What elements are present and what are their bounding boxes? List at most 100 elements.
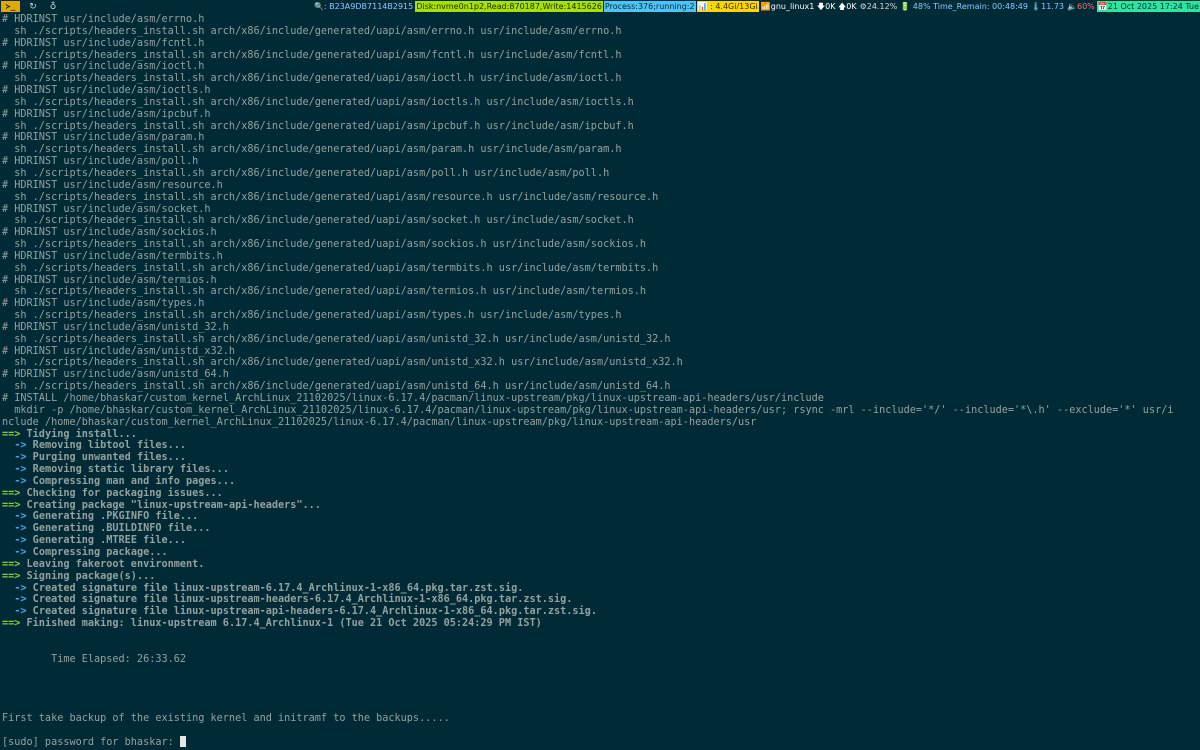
terminal-line: # HDRINST usr/include/asm/termios.h (2, 274, 217, 286)
terminal-line: nclude /home/bhaskar/custom_kernel_ArchL… (2, 416, 757, 428)
terminal-line: # HDRINST usr/include/asm/unistd_64.h (2, 369, 229, 381)
text-cursor[interactable] (179, 736, 186, 748)
terminal-line: sh ./scripts/headers_install.sh arch/x86… (2, 215, 634, 227)
terminal-line: -> Removing static library files... (2, 464, 1198, 476)
disk-module: Disk:nvme0n1p2,Read:870187,Write:1415626 (415, 1, 603, 12)
step-arrow-icon: -> (2, 535, 27, 547)
step-arrow-icon: -> (2, 464, 27, 476)
terminal-line: ==> Creating package "linux-upstream-api… (2, 500, 1198, 512)
memory-module: 📊 : 4.4Gi/13Gi (696, 1, 759, 12)
terminal-line: sh ./scripts/headers_install.sh arch/x86… (2, 381, 671, 393)
workspace-terminal[interactable]: ≻_ (1, 1, 20, 12)
terminal-line: sh ./scripts/headers_install.sh arch/x86… (2, 144, 622, 156)
terminal-line: sh ./scripts/headers_install.sh arch/x86… (2, 49, 622, 61)
workspace-drop[interactable]: ♁ (46, 1, 60, 12)
terminal-line: -> Created signature file linux-upstream… (2, 594, 1198, 606)
terminal-line: ==> Leaving fakeroot environment. (2, 559, 1198, 571)
terminal-line: # HDRINST usr/include/asm/ioctls.h (2, 85, 211, 97)
step-arrow-icon: -> (2, 475, 27, 487)
message-text: Finished making: linux-upstream 6.17.4_A… (20, 618, 542, 630)
drop-icon: ♁ (49, 1, 57, 12)
terminal-line: -> Generating .PKGINFO file... (2, 511, 1198, 523)
terminal-line: -> Purging unwanted files... (2, 452, 1198, 464)
sudo-prompt: [sudo] password for bhaskar: (2, 737, 180, 749)
stage-arrow-icon: ==> (2, 487, 21, 499)
terminal-line: # HDRINST usr/include/asm/param.h (2, 132, 205, 144)
terminal-line: sh ./scripts/headers_install.sh arch/x86… (2, 286, 647, 298)
message-text: Created signature file linux-upstream-he… (26, 594, 573, 606)
terminal-line: # INSTALL /home/bhaskar/custom_kernel_Ar… (2, 393, 824, 404)
terminal-line: # HDRINST usr/include/asm/fcntl.h (2, 37, 205, 49)
terminal-line: ==> Signing package(s)... (2, 571, 1198, 583)
terminal-icon: ≻_ (5, 2, 16, 11)
terminal-line: sh ./scripts/headers_install.sh arch/x86… (2, 357, 683, 369)
terminal-line: -> Generating .BUILDINFO file... (2, 523, 1198, 535)
terminal-line: sh ./scripts/headers_install.sh arch/x86… (2, 262, 659, 274)
terminal-line: mkdir -p /home/bhaskar/custom_kernel_Arc… (2, 404, 1174, 416)
terminal-line: # HDRINST usr/include/asm/ioctl.h (2, 61, 205, 73)
terminal-line: Time Elapsed: 26:33.62 (2, 653, 187, 665)
terminal-line: [sudo] password for bhaskar: (2, 736, 1198, 748)
terminal-line: ==> Tidying install... (2, 429, 1198, 441)
stage-arrow-icon: ==> (2, 618, 21, 630)
workspace-list: ≻_ ↻ ♁ (0, 0, 60, 13)
terminal-line: # HDRINST usr/include/asm/unistd_32.h (2, 321, 229, 333)
terminal-line: sh ./scripts/headers_install.sh arch/x86… (2, 73, 622, 85)
terminal-line: -> Created signature file linux-upstream… (2, 583, 1198, 595)
terminal-line: # HDRINST usr/include/asm/resource.h (2, 179, 223, 191)
terminal-line: # HDRINST usr/include/asm/types.h (2, 298, 205, 310)
terminal-line: -> Created signature file linux-upstream… (2, 606, 1198, 618)
terminal-line: sh ./scripts/headers_install.sh arch/x86… (2, 191, 659, 203)
stage-arrow-icon: ==> (2, 558, 21, 570)
terminal-line: sh ./scripts/headers_install.sh arch/x86… (2, 96, 634, 108)
step-arrow-icon: -> (2, 606, 27, 618)
workspace-refresh[interactable]: ↻ (26, 1, 40, 12)
stage-arrow-icon: ==> (2, 570, 21, 582)
network-module: 📶gnu_linux1 🡇0K 🡅0K (760, 2, 857, 11)
message-text: Purging unwanted files... (26, 452, 187, 464)
terminal-line: sh ./scripts/headers_install.sh arch/x86… (2, 120, 634, 132)
step-arrow-icon: -> (2, 546, 27, 558)
stage-arrow-icon: ==> (2, 428, 21, 440)
message-text: Created signature file linux-upstream-6.… (26, 582, 524, 594)
terminal-line: First take backup of the existing kernel… (2, 712, 450, 724)
terminal-line: # HDRINST usr/include/asm/sockios.h (2, 227, 217, 239)
step-arrow-icon: -> (2, 452, 27, 464)
host-id-module: 🔍: B23A9DB7114B2915 (313, 2, 414, 11)
step-arrow-icon: -> (2, 511, 27, 523)
refresh-icon: ↻ (29, 1, 37, 12)
terminal-line: sh ./scripts/headers_install.sh arch/x86… (2, 25, 622, 37)
terminal-line: sh ./scripts/headers_install.sh arch/x86… (2, 310, 622, 322)
terminal-line: # HDRINST usr/include/asm/ipcbuf.h (2, 108, 211, 120)
terminal-line: # HDRINST usr/include/asm/termbits.h (2, 250, 223, 262)
terminal-line: ==> Checking for packaging issues... (2, 488, 1198, 500)
terminal-line: ==> Finished making: linux-upstream 6.17… (2, 618, 1198, 630)
message-text: Generating .PKGINFO file... (26, 511, 199, 523)
volume-module[interactable]: 🔈60% (1066, 1, 1096, 12)
message-text: Compressing package... (26, 546, 168, 558)
message-text: Checking for packaging issues... (20, 487, 223, 499)
stage-arrow-icon: ==> (2, 499, 21, 511)
cpu-module: ⚙24.12% (859, 2, 898, 11)
message-text: Created signature file linux-upstream-ap… (26, 606, 597, 618)
battery-module: 🔋 48% Time_Remain: 00:48:49 (900, 2, 1028, 11)
terminal-line: -> Generating .MTREE file... (2, 535, 1198, 547)
terminal-line: # HDRINST usr/include/asm/errno.h (2, 14, 205, 25)
message-text: Creating package "linux-upstream-api-hea… (20, 499, 321, 511)
message-text: Leaving fakeroot environment. (20, 558, 205, 570)
terminal-output[interactable]: # HDRINST usr/include/asm/errno.h sh ./s… (2, 14, 1198, 748)
status-bar: ≻_ ↻ ♁ 🔍: B23A9DB7114B2915 Disk:nvme0n1p… (0, 0, 1200, 13)
step-arrow-icon: -> (2, 523, 27, 535)
message-text: Generating .BUILDINFO file... (26, 523, 211, 535)
terminal-line: sh ./scripts/headers_install.sh arch/x86… (2, 333, 671, 345)
message-text: Signing package(s)... (20, 570, 156, 582)
terminal-line: -> Compressing package... (2, 547, 1198, 559)
message-text: Tidying install... (20, 428, 137, 440)
